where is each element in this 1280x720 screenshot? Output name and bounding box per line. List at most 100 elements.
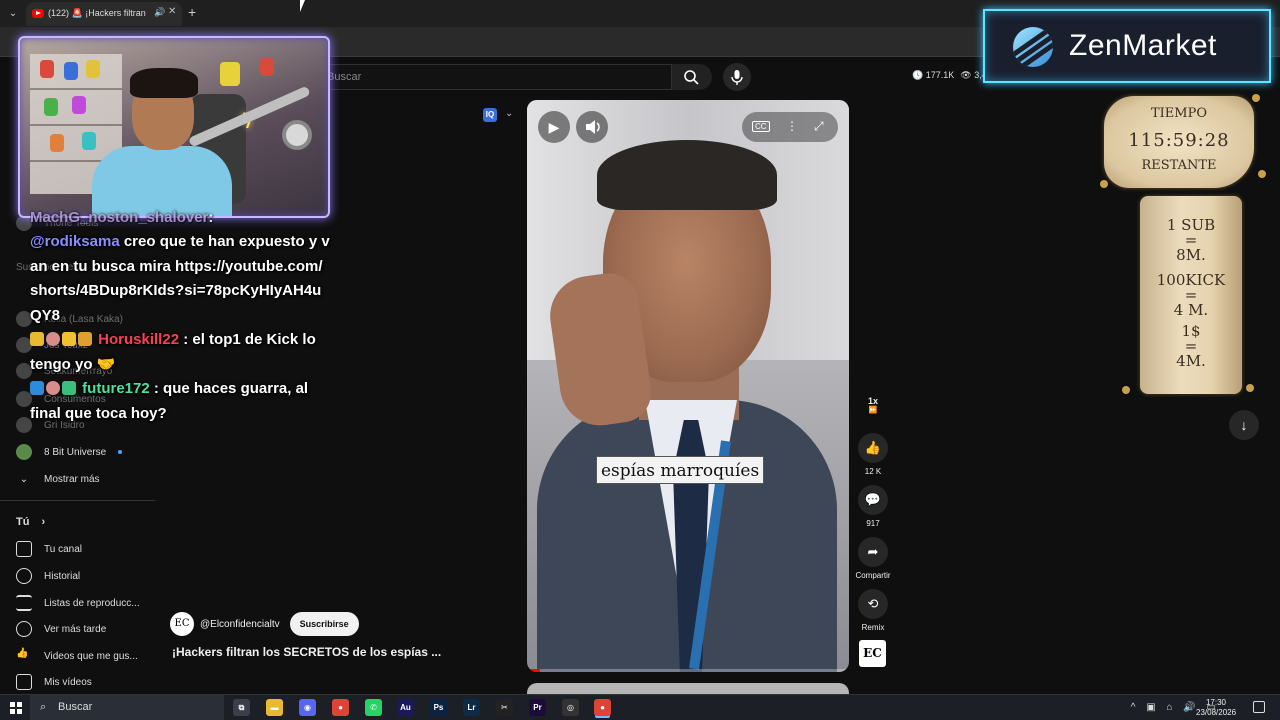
chat-message: @rodiksama creo que te han expuesto y va… xyxy=(30,233,330,324)
sidebar-show-more[interactable]: ⌄ Mostrar más xyxy=(16,470,100,488)
microphone xyxy=(282,120,312,150)
taskbar-app-capcut-icon[interactable]: ✂ xyxy=(496,699,513,716)
chat-badge-icon xyxy=(62,381,76,395)
fullscreen-icon[interactable]: ⤢ xyxy=(814,119,824,134)
taskbar-app-chrome-active-icon[interactable]: ● xyxy=(594,699,611,716)
taskbar-app-discord-icon[interactable]: ◉ xyxy=(299,699,316,716)
windows-start-icon[interactable] xyxy=(10,702,22,714)
sidebar-item-8-bit-universe[interactable]: 8 Bit Universe xyxy=(16,443,123,461)
sidebar-item-my-videos[interactable]: Mis vídeos xyxy=(16,673,92,691)
taskbar-app-file-explorer-icon[interactable]: ▬ xyxy=(266,699,283,716)
tab-title: (122) 🚨 ¡Hackers filtran xyxy=(48,8,146,18)
taskbar-app-premiere-icon[interactable]: Pr xyxy=(529,699,546,716)
chat-message: Horuskill22 : el top1 de Kick lo tengo y… xyxy=(30,331,316,373)
sidebar-item-your-channel[interactable]: Tu canal xyxy=(16,540,82,558)
taskbar-app-chrome-icon[interactable]: ● xyxy=(332,699,349,716)
channel-handle[interactable]: @Elconfidencialtv xyxy=(200,619,280,630)
channel-logo-rail[interactable]: EC xyxy=(859,640,886,667)
chat-username: MachG_noston_shalover xyxy=(30,209,209,226)
chevron-down-icon: ⌄ xyxy=(19,473,29,485)
sidebar-item-liked-videos[interactable]: 👍 Videos que me gus... xyxy=(16,647,138,665)
share-button[interactable]: ➦ Compartir xyxy=(853,537,893,580)
chat-badge-icon xyxy=(30,381,44,395)
search-input[interactable]: Buscar xyxy=(320,64,672,90)
streamer-webcam: ϟ xyxy=(18,36,330,218)
zenmarket-brand: ZenMarket xyxy=(1069,29,1217,62)
video-progress-bar[interactable] xyxy=(527,669,849,672)
tab-search-chevron-icon[interactable]: ⌄ xyxy=(4,5,22,23)
microphone-icon xyxy=(731,70,743,85)
video-controls-pill: CC ⋮ ⤢ xyxy=(742,112,838,142)
new-tab-button[interactable]: + xyxy=(188,4,196,20)
browser-tab-youtube[interactable]: (122) 🚨 ¡Hackers filtran 🔊 ✕ xyxy=(26,2,182,26)
streamer-hair xyxy=(130,68,198,98)
captions-icon[interactable]: CC xyxy=(752,121,770,132)
remix-icon: ⟲ xyxy=(858,589,888,619)
chat-message: MachG_noston_shalover: xyxy=(30,209,214,226)
video-caption: espías marroquíes xyxy=(596,456,765,484)
like-count: 12 K xyxy=(864,467,882,476)
clock-icon xyxy=(16,621,32,637)
taskbar-app-whatsapp-icon[interactable]: ✆ xyxy=(365,699,382,716)
next-video-button[interactable]: ↓ xyxy=(1229,410,1259,440)
thumbs-up-icon: 👍 xyxy=(858,433,888,463)
taskbar-app-task-view-icon[interactable]: ⧉ xyxy=(233,699,250,716)
notifications-icon[interactable] xyxy=(1253,701,1265,713)
tab-audio-icon[interactable]: 🔊 xyxy=(154,7,165,18)
person-icon xyxy=(16,541,32,557)
voice-search-button[interactable] xyxy=(723,63,751,91)
subscribe-button[interactable]: Suscribirse xyxy=(289,612,359,636)
search-icon: ⌕ xyxy=(40,701,47,713)
mouse-cursor-icon xyxy=(300,0,310,12)
stream-chat-overlay: MachG_noston_shalover: @rodiksama creo q… xyxy=(30,206,330,426)
share-icon: ➦ xyxy=(858,537,888,567)
tab-close-icon[interactable]: ✕ xyxy=(168,6,176,17)
comments-button[interactable]: 💬 917 xyxy=(853,485,893,528)
thumbs-up-icon: 👍 xyxy=(16,648,29,659)
chevron-down-icon[interactable]: ⌄ xyxy=(505,108,513,119)
sidebar-item-label: 8 Bit Universe xyxy=(44,446,107,458)
video-title[interactable]: ¡Hackers filtran los SECRETOS de los esp… xyxy=(172,645,441,659)
chat-message: future172 : que haces guarra, al final q… xyxy=(30,380,309,422)
youtube-favicon-icon xyxy=(32,9,44,18)
timer-subtitle: RESTANTE xyxy=(1141,158,1217,173)
rates-scroll: 1 SUB = 8M. 100KICK = 4 M. 1$ = 4M. xyxy=(1140,196,1242,394)
chat-badge-icon xyxy=(46,332,60,346)
search-button[interactable] xyxy=(672,64,712,90)
chat-badge-icon xyxy=(62,332,76,346)
taskbar-app-lightroom-icon[interactable]: Lr xyxy=(463,699,480,716)
channel-avatar[interactable]: EC xyxy=(170,612,194,636)
sidebar-item-playlists[interactable]: Listas de reproducc... xyxy=(16,594,140,612)
sidebar-you-header[interactable]: Tú › xyxy=(16,513,45,531)
sidebar-divider xyxy=(0,500,155,501)
sidebar-item-watch-later[interactable]: Ver más tarde xyxy=(16,620,106,638)
playback-speed[interactable]: 1x ⏩ xyxy=(853,396,893,414)
chat-username: Horuskill22 xyxy=(98,331,180,348)
taskbar-app-audition-icon[interactable]: Au xyxy=(397,699,414,716)
play-button[interactable]: ▶ xyxy=(538,111,570,143)
comment-count: 917 xyxy=(866,519,880,528)
taskbar-clock[interactable]: 17:30 23/08/2026 xyxy=(1196,698,1236,718)
progress-fill xyxy=(527,669,540,672)
sidebar-item-history[interactable]: Historial xyxy=(16,567,80,585)
volume-button[interactable] xyxy=(576,111,608,143)
remix-button[interactable]: ⟲ Remix xyxy=(853,589,893,632)
search-placeholder: Buscar xyxy=(327,71,362,83)
taskbar-app-obs-icon[interactable]: ◎ xyxy=(562,699,579,716)
channel-avatar xyxy=(16,444,32,460)
chat-badge-icon xyxy=(30,332,44,346)
chat-badge-icon xyxy=(46,381,60,395)
translate-icon[interactable]: IQ xyxy=(483,108,497,122)
video-icon xyxy=(16,674,32,690)
taskbar-search[interactable]: ⌕ Buscar xyxy=(30,695,224,720)
sidebar-item-label: Mostrar más xyxy=(44,473,100,485)
zenmarket-ad: ZenMarket xyxy=(983,9,1271,83)
chat-username: future172 xyxy=(82,380,150,397)
live-dot-icon xyxy=(118,450,123,454)
taskbar-app-photoshop-icon[interactable]: Ps xyxy=(430,699,447,716)
speed-icon: ⏩ xyxy=(868,407,878,414)
like-button[interactable]: 👍 12 K xyxy=(853,433,893,476)
shorts-video-player[interactable]: ▶ CC ⋮ ⤢ espías marroquíes xyxy=(527,100,849,672)
more-options-icon[interactable]: ⋮ xyxy=(786,119,798,133)
chat-badge-icon xyxy=(78,332,92,346)
